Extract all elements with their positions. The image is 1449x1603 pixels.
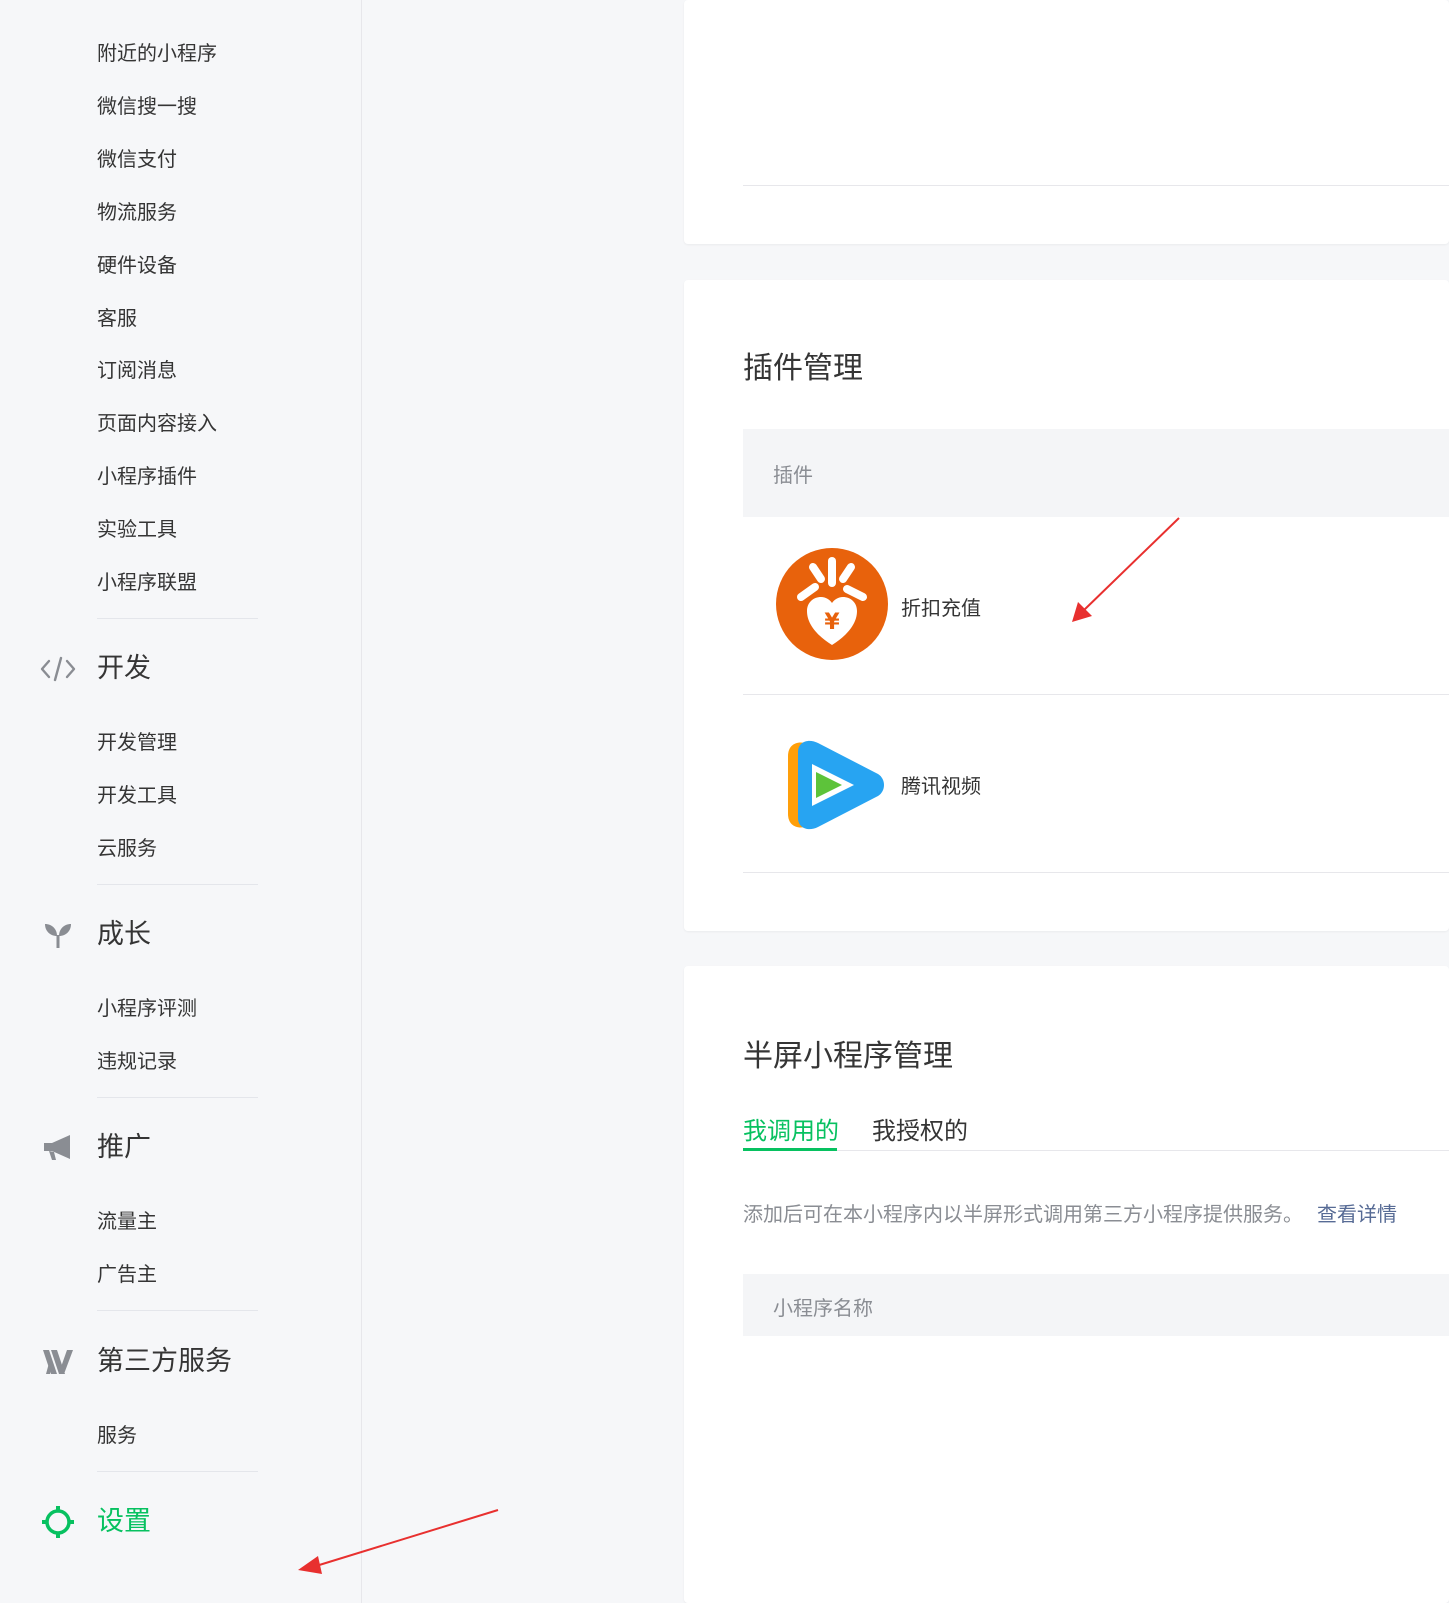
- plugin-card-title: 插件管理: [743, 351, 863, 386]
- tab-my-authorized[interactable]: 我授权的: [872, 1111, 968, 1146]
- megaphone-icon: [44, 1135, 70, 1160]
- row-divider: [743, 872, 1449, 873]
- sidebar-divider: [97, 884, 258, 885]
- sidebar: 附近的小程序 微信搜一搜 微信支付 物流服务 硬件设备 客服 订阅消息 页面内容…: [0, 0, 362, 1603]
- description-text: 添加后可在本小程序内以半屏形式调用第三方小程序提供服务。: [743, 1202, 1303, 1226]
- third-party-icon: [43, 1350, 73, 1374]
- sidebar-divider: [97, 1471, 258, 1472]
- view-details-link[interactable]: 查看详情: [1317, 1202, 1397, 1226]
- tabs-underline: [743, 1150, 1449, 1151]
- plugin-column-header: 插件: [773, 463, 813, 487]
- svg-text:¥: ¥: [824, 610, 840, 635]
- sidebar-item-violations[interactable]: 违规记录: [97, 1048, 177, 1074]
- sidebar-item-dev-manage[interactable]: 开发管理: [97, 729, 177, 755]
- sidebar-item-traffic-owner[interactable]: 流量主: [97, 1208, 157, 1234]
- sidebar-item-wechat-pay[interactable]: 微信支付: [97, 146, 177, 172]
- sidebar-item-dev-tools[interactable]: 开发工具: [97, 782, 177, 808]
- sidebar-section-promotion[interactable]: 推广: [97, 1131, 151, 1165]
- tencent-video-icon: [788, 740, 884, 830]
- half-screen-card-title: 半屏小程序管理: [743, 1039, 953, 1074]
- miniprogram-table-header: 小程序名称: [743, 1274, 1449, 1336]
- sidebar-section-third-party[interactable]: 第三方服务: [97, 1345, 232, 1379]
- sidebar-item-services[interactable]: 服务: [97, 1422, 137, 1448]
- plugin-name[interactable]: 折扣充值: [901, 592, 981, 621]
- sheng-discount-icon: ¥: [776, 548, 888, 660]
- code-icon: [40, 656, 76, 682]
- sidebar-section-growth[interactable]: 成长: [97, 918, 151, 952]
- tab-my-invoked[interactable]: 我调用的: [743, 1111, 839, 1146]
- sidebar-section-settings[interactable]: 设置: [97, 1505, 151, 1539]
- sidebar-item-miniprogram-plugin[interactable]: 小程序插件: [97, 463, 197, 489]
- sidebar-item-page-content[interactable]: 页面内容接入: [97, 410, 217, 436]
- half-screen-description: 添加后可在本小程序内以半屏形式调用第三方小程序提供服务。 查看详情: [743, 1198, 1397, 1227]
- half-screen-miniprogram-card: 半屏小程序管理 我调用的 我授权的 添加后可在本小程序内以半屏形式调用第三方小程…: [684, 966, 1449, 1603]
- plugin-row: 腾讯视频: [684, 695, 1449, 872]
- sidebar-divider: [97, 1097, 258, 1098]
- sidebar-item-nearby-miniprogram[interactable]: 附近的小程序: [97, 40, 217, 66]
- sprout-icon: [45, 924, 71, 948]
- sidebar-item-alliance[interactable]: 小程序联盟: [97, 569, 197, 595]
- sidebar-item-cloud[interactable]: 云服务: [97, 835, 157, 861]
- row-divider: [743, 185, 1449, 186]
- plugin-name[interactable]: 腾讯视频: [901, 770, 981, 799]
- plugin-management-card: 插件管理 插件 ¥ 折扣充值 腾讯视频: [684, 280, 1449, 931]
- sidebar-item-lab-tools[interactable]: 实验工具: [97, 516, 177, 542]
- sidebar-item-customer-service[interactable]: 客服: [97, 305, 137, 331]
- gear-icon: [42, 1506, 74, 1538]
- plugin-table-header: 插件: [743, 429, 1449, 517]
- sidebar-item-subscribe-message[interactable]: 订阅消息: [97, 357, 177, 383]
- sidebar-item-wechat-search[interactable]: 微信搜一搜: [97, 93, 197, 119]
- top-card: [684, 0, 1449, 244]
- sidebar-item-hardware[interactable]: 硬件设备: [97, 252, 177, 278]
- plugin-row: ¥ 折扣充值: [684, 517, 1449, 694]
- sidebar-item-evaluation[interactable]: 小程序评测: [97, 995, 197, 1021]
- sidebar-item-logistics[interactable]: 物流服务: [97, 199, 177, 225]
- sidebar-item-advertiser[interactable]: 广告主: [97, 1261, 157, 1287]
- sidebar-section-dev[interactable]: 开发: [97, 652, 151, 686]
- miniprogram-name-column-header: 小程序名称: [773, 1296, 873, 1320]
- sidebar-divider: [97, 1310, 258, 1311]
- active-tab-indicator: [743, 1148, 837, 1151]
- sidebar-divider: [97, 618, 258, 619]
